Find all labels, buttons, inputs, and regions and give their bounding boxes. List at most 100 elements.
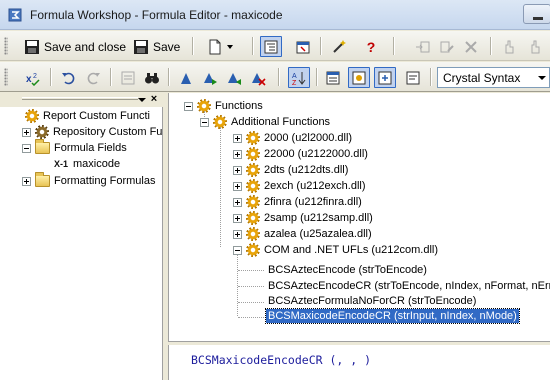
tree-item-function[interactable]: BCSAztecEncode (strToEncode) [268,262,427,278]
toggle-bookmark-button[interactable] [176,67,196,88]
tree-item-label: COM and .NET UFLs (u212com.dll) [264,244,439,256]
tree-item-additional-functions[interactable]: Additional Functions [200,114,330,130]
main-toolbar: Save and close Save ? [0,31,550,61]
chevron-down-icon [226,44,233,49]
previous-bookmark-button[interactable] [224,67,244,88]
undo-button[interactable] [58,67,78,88]
collapse-icon[interactable] [22,143,31,153]
toggle-tree-button[interactable] [260,36,282,57]
next-bookmark-nav-button[interactable] [200,67,220,88]
tree-item-repository-custom-functions[interactable]: Repository Custom Fu [22,124,162,140]
clear-bookmarks-button[interactable] [248,67,268,88]
tree-item-label: BCSMaxicodeEncodeCR (strInput, nIndex, n… [265,308,520,324]
pane-header: × [0,93,163,107]
save-label: Save [153,39,181,54]
expand-icon[interactable] [22,127,31,137]
tree-guide-line [238,302,264,303]
function-list-icon [352,71,366,84]
collapse-icon[interactable] [233,245,242,255]
properties-icon [296,41,310,53]
tree-item-library[interactable]: 22000 (u2122000.dll) [233,146,368,162]
toolbar-grip[interactable] [4,37,8,55]
formula-x1-icon: X-1 [54,159,69,169]
expand-icon[interactable] [233,165,242,175]
save-and-close-button[interactable]: Save and close [24,36,126,57]
bookmark-flag-icon [181,72,191,84]
insert-button[interactable] [412,36,434,57]
tree-item-function[interactable]: BCSAztecEncodeCR (strToEncode, nIndex, n… [268,278,550,294]
sort-button[interactable]: A Z [288,67,310,88]
tree-item-formatting-formulas[interactable]: Formatting Formulas [22,172,155,189]
save-button[interactable]: Save [133,36,180,57]
tree-item-maxicode[interactable]: X-1 maxicode [54,156,120,172]
save-and-close-label: Save and close [44,39,127,54]
expand-icon[interactable] [233,181,242,191]
tree-item-report-custom-functions[interactable]: Report Custom Functi [25,108,150,124]
tree-item-label: Additional Functions [231,116,331,128]
tree-item-label: BCSAztecFormulaNoForCR (strToEncode) [268,295,477,307]
hand-pointer-icon [505,40,514,53]
tree-item-functions[interactable]: Functions [184,98,263,114]
show-functions-button[interactable] [348,67,370,88]
tree-item-library[interactable]: 2exch (u212exch.dll) [233,178,366,194]
gear-icon [197,99,211,113]
tree-item-label: maxicode [73,158,121,170]
floppy-disk-icon [25,39,39,54]
svg-text:A: A [292,73,297,80]
tree-item-label: 2finra (u212finra.dll) [264,196,362,208]
toolbar-separator [316,68,317,86]
chevron-down-icon[interactable] [137,95,147,105]
check-formula-button[interactable]: x 2 [22,67,44,88]
tree-guide-line [220,127,221,247]
formula-editor[interactable]: BCSMaxicodeEncodeCR (, , ) [168,345,550,380]
properties-button[interactable] [292,36,314,57]
bookmark-button[interactable] [498,36,520,57]
toolbar-separator [320,37,321,55]
collapse-icon[interactable] [200,117,209,127]
tree-item-library[interactable]: 2finra (u212finra.dll) [233,194,362,210]
folder-icon [35,172,50,187]
tree-item-library[interactable]: azalea (u25azalea.dll) [233,226,372,242]
minimize-button[interactable] [523,4,550,24]
tree-item-function-selected[interactable]: BCSMaxicodeEncodeCR (strInput, nIndex, n… [265,308,520,324]
tree-guide-line [238,317,264,318]
chevron-down-icon[interactable] [534,68,549,87]
collapse-icon[interactable] [184,101,193,111]
help-button[interactable]: ? [360,36,382,57]
expand-icon[interactable] [233,229,242,239]
expert-button[interactable] [328,36,350,57]
tree-item-library[interactable]: 2dts (u212dts.dll) [233,162,348,178]
close-icon[interactable]: × [148,94,160,106]
expand-icon[interactable] [233,149,242,159]
gear-icon [246,211,260,225]
tree-item-formula-fields[interactable]: Formula Fields [22,139,127,156]
tree-item-library[interactable]: COM and .NET UFLs (u212com.dll) [233,242,438,258]
gear-icon [213,115,227,129]
expand-icon[interactable] [233,213,242,223]
syntax-dropdown[interactable]: Crystal Syntax [437,67,550,88]
rename-button[interactable] [436,36,458,57]
tree-guide-line [238,286,264,287]
find-button[interactable] [142,67,162,88]
show-fields-button[interactable] [322,67,344,88]
toolbar-grip[interactable] [4,68,8,86]
tree-item-library[interactable]: 2samp (u212samp.dll) [233,210,373,226]
redo-button[interactable] [84,67,104,88]
new-button[interactable] [202,36,238,57]
next-bookmark-button[interactable] [524,36,546,57]
magic-wand-icon [333,39,346,53]
browse-data-button[interactable] [118,67,138,88]
app-icon [8,8,22,22]
help-icon: ? [366,38,376,55]
delete-button[interactable] [460,36,482,57]
pane-grip [22,97,138,100]
syntax-value: Crystal Syntax [443,71,521,85]
expand-icon[interactable] [22,176,31,186]
tree-item-function[interactable]: BCSAztecFormulaNoForCR (strToEncode) [268,293,476,309]
show-operators-button[interactable] [374,67,396,88]
tree-item-label: 2000 (u2l2000.dll) [264,132,353,144]
expand-icon[interactable] [233,197,242,207]
tree-item-library[interactable]: 2000 (u2l2000.dll) [233,130,352,146]
comment-button[interactable] [402,67,424,88]
expand-icon[interactable] [233,133,242,143]
